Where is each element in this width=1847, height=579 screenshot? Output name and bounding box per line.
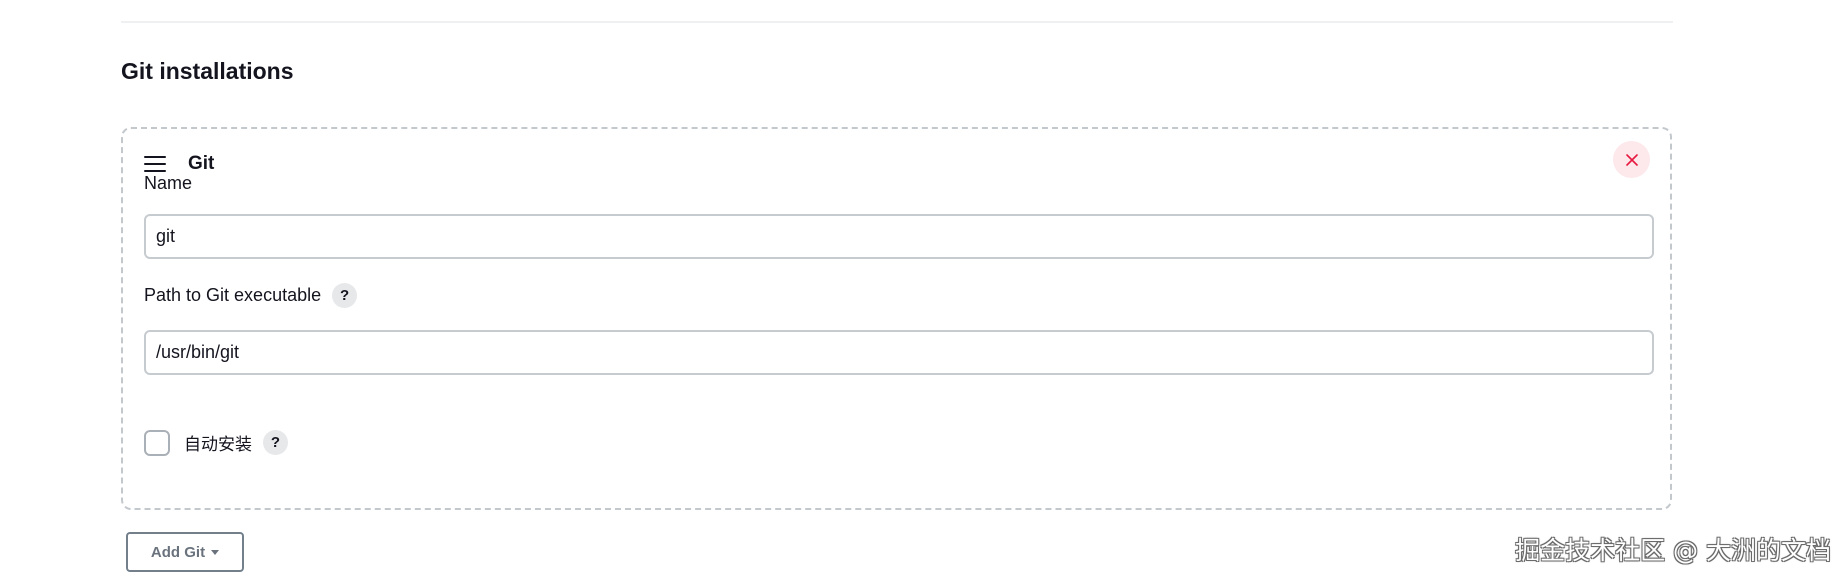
close-icon [1625,153,1638,166]
path-label-text: Path to Git executable [144,284,322,305]
path-help-icon[interactable]: ? [332,282,358,308]
add-git-label: Add Git [150,543,206,561]
git-installations-page: Git installations Git Name Path to Git e… [0,0,1847,579]
auto-install-help-icon[interactable]: ? [263,430,288,455]
section-divider [121,21,1673,23]
watermark: 掘金技术社区 @ 大洲的文档 [1515,536,1831,565]
name-label: Name [144,168,192,198]
git-installation-card: Git Name Path to Git executable ? 自动安装 ? [121,127,1672,510]
caret-down-icon [211,549,220,555]
name-label-text: Name [144,172,193,193]
add-git-button[interactable]: Add Git [126,532,244,572]
path-label: Path to Git executable ? [144,280,358,310]
auto-install-label[interactable]: 自动安装 [184,430,252,455]
path-input[interactable] [144,330,1654,375]
section-title: Git installations [121,58,294,84]
delete-installation-button[interactable] [1613,141,1650,178]
name-input[interactable] [144,214,1654,259]
auto-install-row: 自动安装 ? [144,428,288,457]
auto-install-checkbox[interactable] [144,429,170,456]
